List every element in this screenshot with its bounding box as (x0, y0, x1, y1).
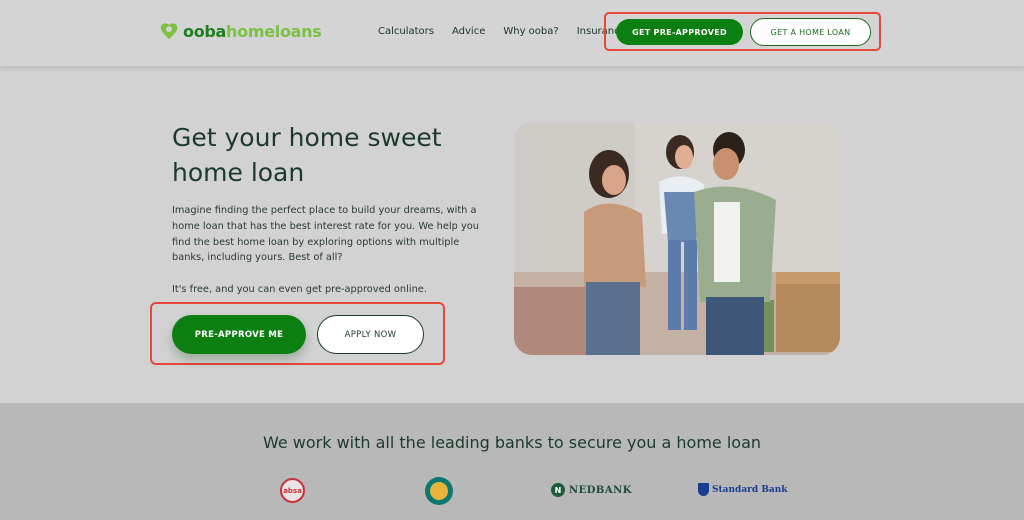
banks-title: We work with all the leading banks to se… (262, 433, 762, 452)
nedbank-logo: N NEDBANK (551, 483, 632, 497)
absa-logo-text: absa (283, 486, 302, 495)
fnb-tree-icon (430, 482, 448, 500)
heart-location-icon (160, 23, 178, 40)
family-hero-image (514, 122, 840, 355)
hero-title: Get your home sweet home loan (172, 123, 442, 187)
nedbank-mark-icon: N (551, 483, 565, 497)
get-preapproved-button[interactable]: GET PRE-APPROVED (616, 19, 743, 45)
get-home-loan-button[interactable]: GET A HOME LOAN (750, 18, 871, 46)
apply-now-button[interactable]: APPLY NOW (317, 315, 424, 354)
ooba-logo[interactable]: oobahomeloans (158, 20, 322, 42)
nav-calculators[interactable]: Calculators (378, 26, 434, 37)
standard-bank-logo: Standard Bank (698, 483, 788, 496)
nav-advice[interactable]: Advice (452, 26, 485, 37)
preapprove-me-button[interactable]: PRE-APPROVE ME (172, 315, 306, 354)
hero-paragraph-1: Imagine finding the perfect place to bui… (172, 205, 479, 264)
logo-text-homeloans: homeloans (226, 21, 322, 41)
nedbank-logo-text: NEDBANK (569, 484, 632, 496)
hero-paragraph-2: It's free, and you can even get pre-appr… (172, 284, 427, 296)
logo-text-ooba: ooba (183, 21, 227, 41)
fnb-logo (425, 477, 453, 505)
banks-section: We work with all the leading banks to se… (0, 403, 1024, 520)
shield-icon (698, 483, 709, 496)
nav-why-ooba[interactable]: Why ooba? (503, 26, 558, 37)
hero-description: Imagine finding the perfect place to bui… (172, 203, 492, 298)
standard-bank-logo-text: Standard Bank (712, 484, 788, 495)
absa-logo: absa (280, 478, 305, 503)
